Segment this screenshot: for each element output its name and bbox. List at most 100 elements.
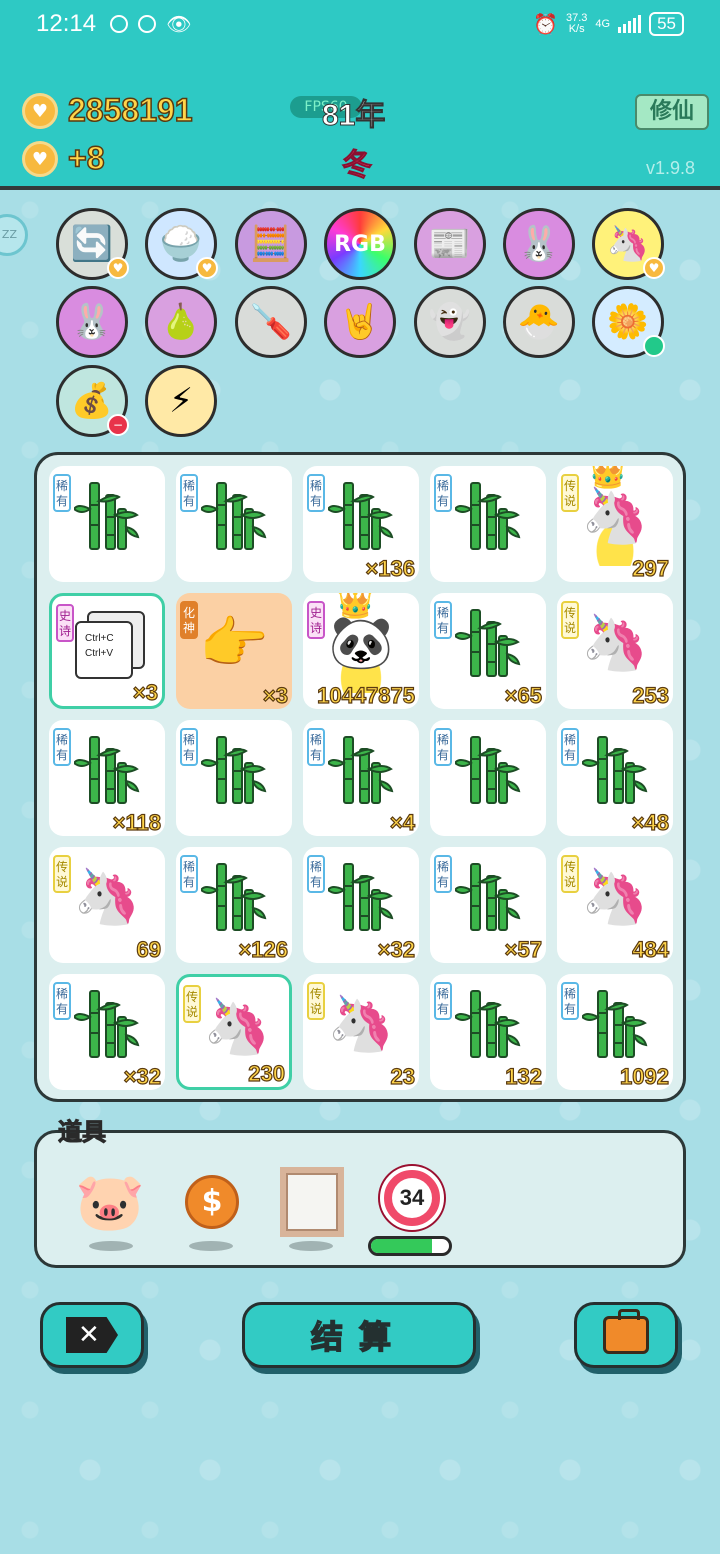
grid-cell[interactable]: 稀有 ×126 xyxy=(176,847,292,963)
grid-cell[interactable]: 稀有 ×32 xyxy=(49,974,165,1090)
item-count: 253 xyxy=(632,682,670,708)
piggy-bank-icon[interactable]: 🐷 xyxy=(75,1167,145,1237)
game-header: ♥ 2858191 ♥ +8 FPS60 81年 冬 修仙 v1.9.8 xyxy=(0,48,720,190)
grid-cell[interactable]: 稀有 xyxy=(430,720,546,836)
rgb-relic-icon[interactable]: RGB xyxy=(324,208,396,280)
rarity-badge: 稀有 xyxy=(434,728,452,766)
coin-badge-icon: ♥ xyxy=(107,257,129,279)
grid-cell[interactable]: 稀有 xyxy=(49,466,165,582)
grid-cell[interactable]: 稀有 xyxy=(176,466,292,582)
grid-cell[interactable]: 🦄 传说 253 xyxy=(557,593,673,709)
grid-cell[interactable]: 稀有 xyxy=(430,466,546,582)
chick-egg-relic-icon[interactable]: 🐣 xyxy=(503,286,575,358)
remove-badge-icon: − xyxy=(107,414,129,436)
rock-hand-relic-icon[interactable]: 🤘 xyxy=(324,286,396,358)
grid-cell[interactable]: 🦄 传说 484 xyxy=(557,847,673,963)
notification-icon xyxy=(110,15,129,33)
screwdriver-relic-icon[interactable]: 🪛 xyxy=(235,286,307,358)
item-count: ×136 xyxy=(365,555,416,581)
rarity-badge: 传说 xyxy=(561,855,579,893)
bamboo-icon xyxy=(74,990,140,1058)
item-shadow xyxy=(89,1241,133,1251)
bamboo-icon xyxy=(455,482,521,550)
ghost-relic-icon[interactable]: 👻 xyxy=(414,286,486,358)
refresh-relic-icon[interactable]: 🔄 ♥ xyxy=(56,208,129,280)
rarity-badge: 稀有 xyxy=(180,728,198,766)
grid-cell[interactable]: 稀有 ×136 xyxy=(303,466,419,582)
inventory-grid: 稀有稀有稀有 ×136 稀有 👑 🦄 传说 297 Ctrl+C Ctrl+V 史诗 ×3 👉 化神 ×3… xyxy=(34,452,686,1102)
income-coin-icon: ♥ xyxy=(22,141,58,177)
bamboo-icon xyxy=(201,863,267,931)
rarity-badge: 传说 xyxy=(53,855,71,893)
close-button[interactable]: ✕ xyxy=(40,1302,144,1368)
rarity-badge: 传说 xyxy=(307,982,325,1020)
grid-cell[interactable]: 稀有 ×118 xyxy=(49,720,165,836)
grapefruit-relic-icon[interactable]: 🍐 xyxy=(145,286,217,358)
grid-cell[interactable]: 稀有 132 xyxy=(430,974,546,1090)
grid-cell[interactable]: 👑 🦄 传说 297 xyxy=(557,466,673,582)
grid-cell[interactable]: 👉 化神 ×3 xyxy=(176,593,292,709)
bamboo-icon xyxy=(74,482,140,550)
grid-cell[interactable]: 稀有 ×65 xyxy=(430,593,546,709)
rarity-badge: 稀有 xyxy=(307,474,325,512)
version-label: v1.9.8 xyxy=(646,158,696,178)
notification-icon xyxy=(138,15,157,33)
settle-label: 结算 xyxy=(310,1317,407,1357)
rarity-badge: 稀有 xyxy=(307,728,325,766)
alarm-icon: ⏰ xyxy=(533,13,558,36)
dollar-coin-icon[interactable]: $ xyxy=(177,1167,247,1237)
item-count: ×32 xyxy=(377,936,416,962)
money-sack-relic-icon[interactable]: 💰 − xyxy=(56,365,129,437)
rarity-badge: 稀有 xyxy=(53,982,71,1020)
rarity-badge: 史诗 xyxy=(307,601,325,639)
rarity-badge: 稀有 xyxy=(434,474,452,512)
grid-cell[interactable]: 🦄 传说 23 xyxy=(303,974,419,1090)
mirror-frame-icon[interactable] xyxy=(277,1167,347,1237)
flower-pot-relic-icon[interactable]: 🌼 xyxy=(592,286,665,358)
coin-total: 2858191 xyxy=(67,91,193,129)
item-shadow xyxy=(189,1241,233,1251)
potion-bottle-icon[interactable]: 34 xyxy=(377,1163,447,1233)
rarity-badge: 稀有 xyxy=(53,474,71,512)
grid-cell[interactable]: 🦄 传说 230 xyxy=(176,974,292,1090)
bunny-frame-relic-icon[interactable]: 🐰 xyxy=(56,286,128,358)
rarity-badge: 稀有 xyxy=(434,982,452,1020)
item-count: 69 xyxy=(136,936,162,962)
rarity-badge: 化神 xyxy=(180,601,198,639)
grid-cell[interactable]: 稀有 ×4 xyxy=(303,720,419,836)
net-speed: 37.3 K/s xyxy=(566,13,587,35)
grid-cell[interactable]: Ctrl+C Ctrl+V 史诗 ×3 xyxy=(49,593,165,709)
grid-cell[interactable]: 稀有 ×57 xyxy=(430,847,546,963)
rice-bowl-relic-icon[interactable]: 🍚 ♥ xyxy=(145,208,218,280)
lightning-relic-icon[interactable]: ⚡ xyxy=(145,365,217,437)
grid-cell[interactable]: 稀有 xyxy=(176,720,292,836)
grid-cell[interactable]: 🦄 传说 69 xyxy=(49,847,165,963)
rarity-badge: 稀有 xyxy=(180,474,198,512)
math-brain-relic-icon[interactable]: 🧮 xyxy=(235,208,307,280)
bunny-card-relic-icon[interactable]: 🐰 xyxy=(503,208,575,280)
grid-cell[interactable]: 稀有 1092 xyxy=(557,974,673,1090)
grid-cell[interactable]: 稀有 ×32 xyxy=(303,847,419,963)
item-count: ×126 xyxy=(238,936,289,962)
status-bar: 12:14 👁 ⏰ 37.3 K/s 4G 55 xyxy=(0,0,720,48)
net-speed-unit: K/s xyxy=(568,23,585,35)
settle-button[interactable]: 结算 xyxy=(242,1302,476,1368)
coin-income: +8 xyxy=(67,139,105,177)
bamboo-icon xyxy=(455,609,521,677)
xiuxian-button[interactable]: 修仙 xyxy=(635,94,709,130)
unicorn-relic-icon[interactable]: 🦄 ♥ xyxy=(592,208,665,280)
coin-icon: ♥ xyxy=(22,93,58,129)
bamboo-icon xyxy=(328,736,394,804)
coin-badge-icon: ♥ xyxy=(643,257,665,279)
time-magazine-relic-icon[interactable]: 📰 xyxy=(414,208,486,280)
grid-cell[interactable]: 👑 🐼 史诗 10447875 xyxy=(303,593,419,709)
item-count: 230 xyxy=(248,1060,286,1086)
item-count: ×3 xyxy=(132,679,158,705)
item-count: 484 xyxy=(632,936,670,962)
eye-icon: 👁 xyxy=(166,13,192,36)
grid-cell[interactable]: 稀有 ×48 xyxy=(557,720,673,836)
network-type: 4G xyxy=(595,17,611,30)
close-icon: ✕ xyxy=(66,1317,118,1353)
rarity-badge: 传说 xyxy=(561,474,579,512)
bag-button[interactable] xyxy=(574,1302,678,1368)
